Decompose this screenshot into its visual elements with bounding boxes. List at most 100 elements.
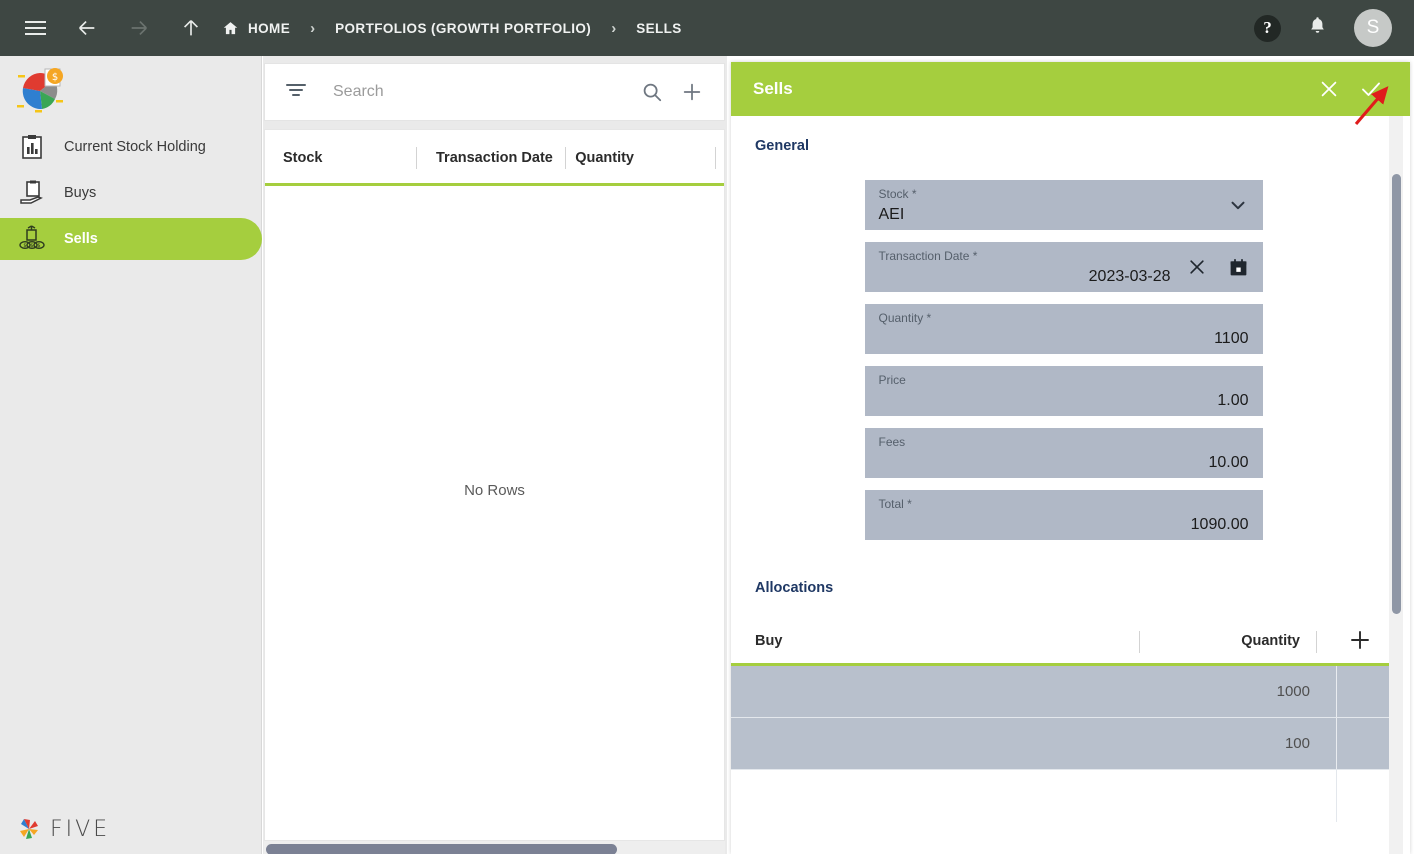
field-label: Stock *: [878, 187, 917, 201]
allocation-cell-divider: [1336, 718, 1337, 770]
svg-text:$: $: [52, 72, 58, 83]
sidebar-item-label: Buys: [64, 185, 97, 201]
hamburger-icon: [24, 21, 46, 35]
alloc-column-divider[interactable]: [1139, 631, 1140, 653]
arrow-up-icon: [183, 20, 199, 36]
column-divider[interactable]: [715, 147, 716, 169]
money-stack-icon: $ $ $: [16, 224, 48, 254]
help-button[interactable]: ?: [1254, 14, 1281, 42]
alloc-column-header-quantity[interactable]: Quantity: [1241, 633, 1300, 649]
detail-panel-body: General Stock * AEI Transaction Date * 2…: [731, 116, 1396, 854]
allocations-header-row: Buy Quantity: [731, 616, 1396, 666]
column-header-quantity[interactable]: Quantity: [575, 150, 634, 166]
add-record-button[interactable]: [672, 81, 712, 103]
hand-clipboard-icon: [16, 178, 48, 208]
list-horizontal-scrollbar[interactable]: [264, 841, 725, 854]
column-header-stock[interactable]: Stock: [283, 150, 323, 166]
field-label: Quantity *: [878, 311, 932, 325]
section-title-general: General: [755, 138, 809, 154]
chevron-down-icon[interactable]: [1227, 194, 1249, 216]
check-icon: [1362, 82, 1380, 96]
allocation-row[interactable]: [731, 770, 1396, 822]
field-value: 10.00: [1208, 454, 1249, 471]
up-button[interactable]: [174, 11, 208, 45]
notifications-button[interactable]: [1307, 14, 1328, 42]
field-transaction-date[interactable]: Transaction Date * 2023-03-28: [864, 242, 1263, 292]
filter-icon[interactable]: [285, 82, 307, 103]
search-button[interactable]: [632, 81, 672, 103]
allocation-row[interactable]: 1000: [731, 666, 1396, 718]
breadcrumb-item-sells[interactable]: SELLS: [636, 21, 682, 36]
calendar-icon[interactable]: [1228, 257, 1249, 278]
avatar-initial: S: [1366, 17, 1380, 38]
list-horizontal-scroll-thumb[interactable]: [266, 844, 617, 854]
sidebar-item-label: Current Stock Holding: [64, 139, 206, 155]
plus-icon: [1351, 631, 1369, 649]
field-value: 1.00: [1217, 392, 1249, 409]
sidebar-nav: Current Stock Holding Buys $ $ $ Sells: [0, 126, 262, 264]
back-button[interactable]: [70, 11, 104, 45]
sidebar: $ Current Stock Holding Buys $ $ $ Sells…: [0, 56, 262, 854]
alloc-column-divider[interactable]: [1316, 631, 1317, 653]
field-total[interactable]: Total * 1090.00: [864, 490, 1263, 540]
field-value: AEI: [878, 206, 905, 223]
field-value: 1090.00: [1190, 516, 1249, 533]
close-icon: [1321, 81, 1337, 97]
arrow-left-icon: [79, 20, 95, 36]
hamburger-menu-button[interactable]: [18, 11, 52, 45]
sidebar-item-buys[interactable]: Buys: [0, 172, 262, 214]
add-allocation-button[interactable]: [1348, 628, 1372, 657]
detail-vertical-scroll-thumb[interactable]: [1392, 174, 1401, 614]
plus-icon: [683, 83, 701, 101]
field-stock[interactable]: Stock * AEI: [864, 180, 1263, 230]
detail-vertical-scrollbar[interactable]: [1389, 116, 1403, 854]
field-label: Total *: [878, 497, 912, 511]
bell-icon: [1311, 17, 1324, 33]
field-quantity[interactable]: Quantity * 1100: [864, 304, 1263, 354]
save-check-button[interactable]: [1350, 68, 1392, 110]
svg-text:$: $: [23, 243, 26, 249]
breadcrumb-item-portfolios[interactable]: PORTFOLIOS (GROWTH PORTFOLIO): [335, 21, 591, 36]
field-label: Price: [878, 373, 906, 387]
general-fields: Stock * AEI Transaction Date * 2023-03-2…: [731, 180, 1396, 540]
sidebar-item-current-stock-holding[interactable]: Current Stock Holding: [0, 126, 262, 168]
allocation-quantity: 100: [1284, 735, 1310, 752]
app-logo: $: [14, 66, 66, 121]
allocation-cell-divider: [1336, 666, 1337, 718]
alloc-column-header-buy[interactable]: Buy: [755, 633, 782, 649]
breadcrumb-item-home[interactable]: HOME: [222, 20, 290, 37]
search-input[interactable]: [333, 83, 632, 101]
breadcrumb-separator-2: ›: [611, 19, 617, 37]
empty-state-message: No Rows: [464, 482, 525, 499]
column-divider[interactable]: [416, 147, 417, 169]
arrow-right-icon: [131, 20, 147, 36]
breadcrumb-home-label: HOME: [248, 20, 291, 36]
page-title: Sells: [753, 79, 793, 98]
allocation-row[interactable]: 100: [731, 718, 1396, 770]
grid-header-row: Stock Transaction Date Quantity: [265, 130, 724, 186]
forward-button[interactable]: [122, 11, 156, 45]
column-divider[interactable]: [565, 147, 566, 169]
clear-date-icon[interactable]: [1187, 257, 1207, 277]
allocation-quantity: 1000: [1276, 683, 1310, 700]
pie-chart-logo: $: [17, 68, 63, 113]
records-grid: Stock Transaction Date Quantity No Rows: [264, 129, 725, 841]
help-icon: ?: [1263, 18, 1272, 37]
svg-text:$: $: [30, 243, 33, 249]
detail-panel-header: Sells: [731, 62, 1410, 116]
column-header-transaction-date[interactable]: Transaction Date: [436, 150, 553, 166]
sidebar-item-label: Sells: [64, 231, 98, 247]
breadcrumb: HOME › PORTFOLIOS (GROWTH PORTFOLIO) › S…: [222, 20, 682, 37]
field-fees[interactable]: Fees 10.00: [864, 428, 1263, 478]
search-bar: [264, 63, 725, 121]
section-title-allocations: Allocations: [755, 580, 834, 596]
sidebar-item-sells[interactable]: $ $ $ Sells: [0, 218, 262, 260]
close-button[interactable]: [1308, 68, 1350, 110]
avatar[interactable]: S: [1354, 9, 1392, 47]
field-label: Fees: [878, 435, 906, 449]
home-icon: [223, 21, 238, 34]
field-price[interactable]: Price 1.00: [864, 366, 1263, 416]
top-navigation-bar: HOME › PORTFOLIOS (GROWTH PORTFOLIO) › S…: [0, 0, 1414, 56]
sells-detail-panel: Sells General Stock * AEI Transaction Da…: [731, 62, 1410, 854]
list-pane: Stock Transaction Date Quantity No Rows: [263, 56, 727, 854]
